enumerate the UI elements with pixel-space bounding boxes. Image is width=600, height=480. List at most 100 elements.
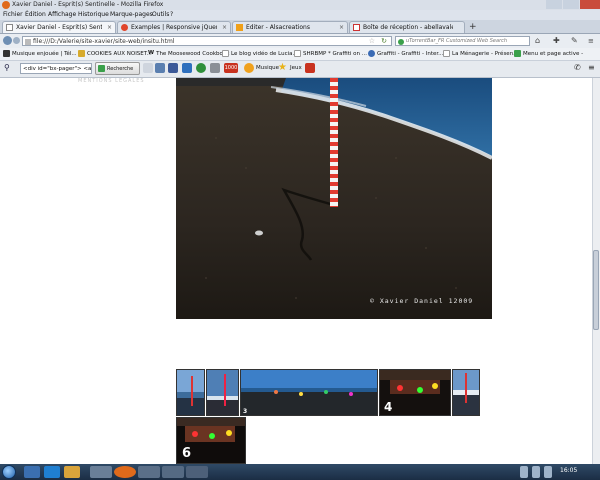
thumbnail-6[interactable]: 6 [176, 417, 246, 464]
menu-help[interactable]: ? [170, 11, 173, 18]
bookmark-label: SHRBMP * Graffiti on ... [303, 51, 368, 57]
music-icon [3, 50, 10, 57]
notification-badge[interactable]: 1000 [224, 63, 238, 73]
explorer-icon[interactable] [24, 466, 40, 478]
page-icon [222, 50, 229, 57]
menu-outils[interactable]: Outils [152, 11, 169, 18]
photo-copyright: © Xavier Daniel 12009 [370, 297, 474, 305]
folder-icon[interactable] [64, 466, 80, 478]
facebook-icon[interactable] [168, 63, 178, 73]
search-engine-icon [398, 39, 404, 45]
firefox-icon [2, 1, 10, 9]
tab-xavier-daniel[interactable]: Xavier Daniel - Esprit(s) Sentinelle × [2, 21, 116, 33]
dropdown-icon[interactable] [143, 63, 153, 73]
bookmark-item[interactable]: Musique enjouée | Tél... [3, 50, 77, 59]
start-button[interactable] [2, 465, 16, 479]
menu-icon[interactable]: ≡ [588, 37, 594, 45]
legal-link[interactable]: MENTIONS LÉGALES [78, 78, 145, 84]
tab-label: Examples | Responsive jQuery Slider | ..… [131, 24, 217, 31]
site-favicon-icon [514, 50, 521, 57]
close-button[interactable] [580, 0, 600, 9]
tab-alsacreations[interactable]: Editer - Alsacreations × [232, 21, 348, 33]
music-icon[interactable] [244, 63, 254, 73]
thumbnail-4[interactable]: 4 [379, 369, 451, 416]
inspect-icon[interactable]: ⚲ [4, 63, 10, 72]
thumbnail-5[interactable] [452, 369, 480, 416]
new-tab-icon[interactable]: + [469, 22, 477, 32]
wrench-icon[interactable]: ✆ [574, 63, 581, 72]
taskbar-app[interactable] [162, 466, 184, 478]
page-icon [6, 24, 13, 31]
web-icon[interactable] [155, 63, 165, 73]
tab-close-icon[interactable]: × [339, 24, 344, 31]
reload-icon[interactable]: ↻ [381, 37, 387, 45]
search-box[interactable]: uTorrentBar_FR Customized Web Search [395, 36, 530, 46]
maximize-button[interactable] [563, 0, 579, 9]
bookmark-label: Menu et page active - [523, 51, 584, 57]
window-title: Xavier Daniel - Esprit(s) Sentinelle - M… [12, 1, 164, 8]
site-favicon-icon [121, 24, 128, 31]
inspector-field[interactable]: <div id="bx-pager"> <a [20, 63, 92, 74]
menu-marque-pages[interactable]: Marque-pages [110, 11, 153, 18]
home-icon[interactable]: ⌂ [535, 36, 540, 45]
cookie-icon [78, 50, 85, 57]
thumbnail-number: 6 [182, 446, 192, 461]
ie-icon[interactable] [44, 466, 60, 478]
menu-affichage[interactable]: Affichage [48, 11, 76, 18]
address-bar[interactable]: file:///D:/Valerie/site-xavier/site-web/… [22, 36, 392, 46]
bookmark-item[interactable]: Graffiti - Graffiti - Inter... [368, 50, 443, 59]
forward-icon[interactable] [13, 37, 20, 44]
menu-historique[interactable]: Historique [78, 11, 109, 18]
taskbar-app[interactable] [138, 466, 160, 478]
minimize-button[interactable] [546, 0, 562, 9]
firefox-taskbar-icon[interactable] [114, 466, 136, 478]
calendar-icon[interactable] [210, 63, 220, 73]
tray-icon[interactable] [520, 466, 528, 478]
gmail-icon [353, 24, 360, 31]
thumbnail-3[interactable]: 3 [240, 369, 378, 416]
bookmark-label: Graffiti - Graffiti - Inter... [377, 51, 444, 57]
inspector-value: <div id="bx-pager"> <a [23, 66, 91, 72]
taskbar-app[interactable] [186, 466, 208, 478]
bookmark-item[interactable]: Le blog vidéo de Lucia... [222, 50, 298, 59]
clock[interactable]: 16:05 [560, 467, 577, 474]
toolbar-menu-icon[interactable]: ≡ [588, 63, 595, 72]
tab-gmail[interactable]: Boîte de réception - abellavalerie@g... [349, 21, 465, 33]
games-label[interactable]: Jeux [290, 65, 302, 71]
network-icon[interactable] [532, 466, 540, 478]
graffiti-icon [368, 50, 375, 57]
star-icon[interactable]: ★ [278, 62, 287, 73]
mail-icon[interactable] [182, 63, 192, 73]
tab-close-icon[interactable]: × [107, 24, 112, 31]
search-button-label: Recherche [107, 66, 134, 72]
tools-icon[interactable]: ✎ [571, 36, 578, 45]
bookmark-item[interactable]: SHRBMP * Graffiti on ... [294, 50, 367, 59]
bookmark-item[interactable]: La Ménagerie - Présen... [443, 50, 518, 59]
page-icon [25, 39, 31, 45]
scrollbar-thumb[interactable] [593, 250, 599, 330]
tab-label: Boîte de réception - abellavalerie@g... [363, 24, 453, 31]
thumbnail-number: 3 [243, 408, 248, 415]
tab-label: Xavier Daniel - Esprit(s) Sentinelle [16, 24, 102, 31]
weather-icon[interactable] [196, 63, 206, 73]
volume-icon[interactable] [544, 466, 552, 478]
menu-edition[interactable]: Édition [25, 11, 46, 18]
bookmark-star-icon[interactable]: ☆ [369, 37, 375, 45]
tab-close-icon[interactable]: × [222, 24, 227, 31]
thumbnail-2[interactable] [206, 369, 239, 416]
back-icon[interactable] [3, 36, 12, 45]
search-button[interactable]: Recherche [95, 62, 140, 75]
bookmark-item[interactable]: COOKIES AUX NOISET... [78, 50, 152, 59]
tab-examples[interactable]: Examples | Responsive jQuery Slider | ..… [117, 21, 231, 33]
menu-bar: Fichier Édition Affichage Historique Mar… [0, 10, 600, 20]
music-label[interactable]: Musique [256, 65, 279, 71]
bookmark-item[interactable]: Menu et page active - [514, 50, 583, 59]
video-icon[interactable] [305, 63, 315, 73]
menu-fichier[interactable]: Fichier [3, 11, 23, 18]
addons-icon[interactable]: ✚ [553, 36, 560, 45]
thumbnail-number: 4 [384, 400, 393, 414]
page-icon [294, 50, 301, 57]
taskbar-app[interactable] [90, 466, 112, 478]
tab-strip: Xavier Daniel - Esprit(s) Sentinelle × E… [0, 20, 600, 34]
thumbnail-1[interactable] [176, 369, 205, 416]
